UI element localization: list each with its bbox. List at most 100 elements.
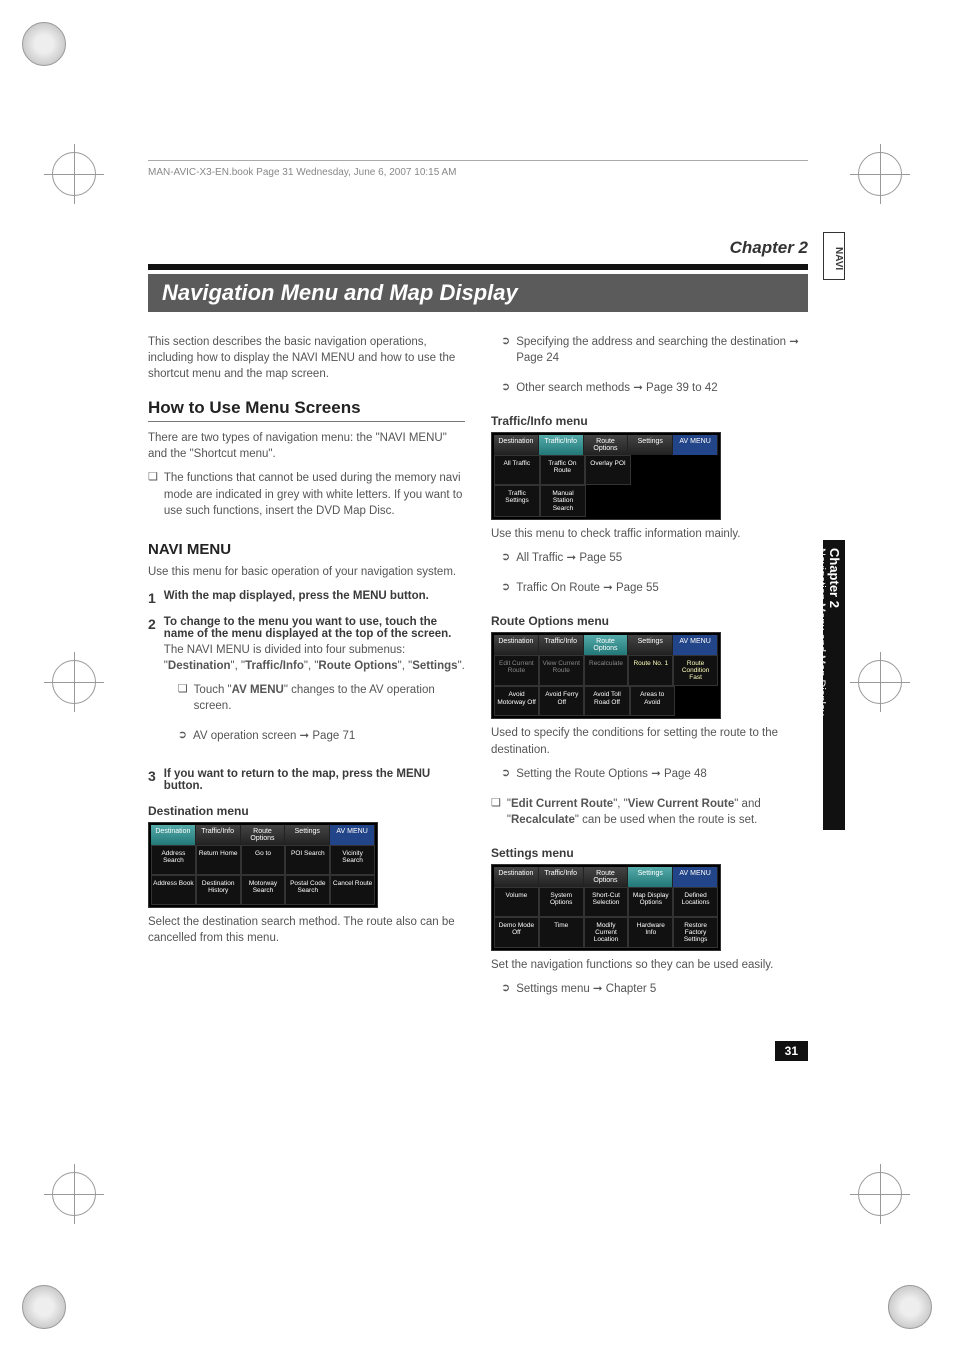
cell: Edit Current Route [494, 655, 539, 686]
cell: Areas to Avoid [630, 686, 675, 716]
cell: Overlay POI [585, 455, 631, 485]
cell: Traffic Settings [494, 485, 540, 516]
ref-address-search: Specifying the address and searching the… [516, 334, 808, 366]
cell: Defined Locations [673, 887, 718, 917]
intro-text: This section describes the basic navigat… [148, 334, 465, 382]
regmark [52, 1172, 96, 1216]
cell: Restore Factory Settings [673, 917, 718, 948]
t: " can be used when the route is set. [575, 814, 757, 826]
tab-settings: Settings [628, 635, 673, 655]
cell: View Current Route [539, 655, 584, 686]
tab-traffic: Traffic/Info [196, 825, 241, 845]
route-sq-note: "Edit Current Route", "View Current Rout… [507, 796, 808, 828]
t: Recalculate [511, 814, 575, 826]
tab-destination: Destination [494, 635, 539, 655]
cell: Traffic On Route [540, 455, 586, 485]
sep: ", " [231, 660, 246, 672]
cell: Destination History [196, 875, 241, 905]
cell: Go to [241, 845, 286, 875]
cell-empty [674, 455, 718, 485]
step2-sub-key: AV MENU [232, 684, 284, 696]
regmark [858, 660, 902, 704]
regmark [858, 152, 902, 196]
t: View Current Route [628, 798, 735, 810]
tab-settings: Settings [628, 867, 673, 887]
step2-sub: Touch "AV MENU" changes to the AV operat… [194, 682, 465, 714]
regmark-corner [888, 1285, 932, 1329]
cell-empty [674, 485, 718, 516]
tab-settings: Settings [628, 435, 673, 455]
howto-bullet: The functions that cannot be used during… [164, 470, 465, 518]
step1-post: button. [387, 590, 429, 602]
ref-traffic-on-route: Traffic On Route ➞ Page 55 [516, 580, 659, 596]
side-tab-navi: NAVI [823, 232, 845, 280]
regmark-corner [22, 1285, 66, 1329]
tab-destination: Destination [151, 825, 196, 845]
cell: Hardware Info [628, 917, 673, 948]
page-number: 31 [775, 1041, 808, 1061]
step-number: 2 [148, 616, 156, 758]
cell: Demo Mode Off [494, 917, 539, 948]
heading-how-to-use: How to Use Menu Screens [148, 398, 465, 422]
step-number: 3 [148, 768, 156, 794]
tab-destination: Destination [494, 435, 539, 455]
t: ", " [613, 798, 628, 810]
cell: Address Search [151, 845, 196, 875]
step-number: 1 [148, 590, 156, 606]
chapter-label: Chapter 2 [148, 238, 808, 270]
cell-empty [630, 485, 674, 516]
regmark [52, 152, 96, 196]
destination-menu-screenshot: Destination Traffic/Info Route Options S… [148, 822, 378, 908]
navimenu-intro: Use this menu for basic operation of you… [148, 564, 465, 580]
tab-settings: Settings [285, 825, 330, 845]
howto-intro: There are two types of navigation menu: … [148, 430, 465, 462]
step3-key: MENU [396, 768, 430, 780]
route-menu-caption: Route Options menu [491, 614, 808, 628]
traffic-menu-screenshot: Destination Traffic/Info Route Options S… [491, 432, 721, 519]
cell: Manual Station Search [540, 485, 586, 516]
cell: Recalculate [584, 655, 629, 686]
cell: Address Book [151, 875, 196, 905]
tab-av-menu: AV MENU [673, 635, 718, 655]
cell: All Traffic [494, 455, 540, 485]
cell: Map Display Options [628, 887, 673, 917]
tab-route-options: Route Options [584, 635, 629, 655]
cell: System Options [539, 887, 584, 917]
step3-post: button. [164, 780, 203, 792]
sep: ", " [398, 660, 413, 672]
cell: Motorway Search [241, 875, 286, 905]
step3-title: If you want to return to the map, press … [164, 768, 465, 792]
tab-av-menu: AV MENU [330, 825, 375, 845]
cell-empty [675, 686, 718, 716]
route-menu-screenshot: Destination Traffic/Info Route Options S… [491, 632, 721, 719]
regmark [858, 1172, 902, 1216]
regmark-corner [22, 22, 66, 66]
side-tab-title: Navigation Menu and Map Display [815, 548, 827, 716]
destination-menu-text: Select the destination search method. Th… [148, 914, 465, 946]
tab-route-options: Route Options [241, 825, 286, 845]
cell: Time [539, 917, 584, 948]
ref-other-methods: Other search methods ➞ Page 39 to 42 [516, 380, 717, 396]
step2-m2: Traffic/Info [245, 660, 304, 672]
cell: Cancel Route [330, 875, 375, 905]
side-tab-chapter: Chapter 2 Navigation Menu and Map Displa… [823, 540, 845, 830]
step2-ref: AV operation screen ➞ Page 71 [193, 728, 355, 744]
tab-traffic: Traffic/Info [539, 635, 584, 655]
cell: Vicinity Search [330, 845, 375, 875]
step2-text: The NAVI MENU is divided into four subme… [164, 642, 465, 674]
cell: Modify Current Location [584, 917, 629, 948]
step3-pre: If you want to return to the map, press … [164, 768, 397, 780]
regmark [52, 660, 96, 704]
tab-destination: Destination [494, 867, 539, 887]
step2-title: To change to the menu you want to use, t… [164, 616, 465, 640]
heading-navi-menu: NAVI MENU [148, 541, 465, 558]
t: Edit Current Route [511, 798, 613, 810]
tab-av-menu: AV MENU [673, 435, 718, 455]
cell: POI Search [285, 845, 330, 875]
ref-route-options: Setting the Route Options ➞ Page 48 [516, 766, 707, 782]
cell: Postal Code Search [285, 875, 330, 905]
sep: ", " [304, 660, 319, 672]
tab-route-options: Route Options [584, 435, 629, 455]
cell-empty [631, 455, 675, 485]
ref-all-traffic: All Traffic ➞ Page 55 [516, 550, 622, 566]
